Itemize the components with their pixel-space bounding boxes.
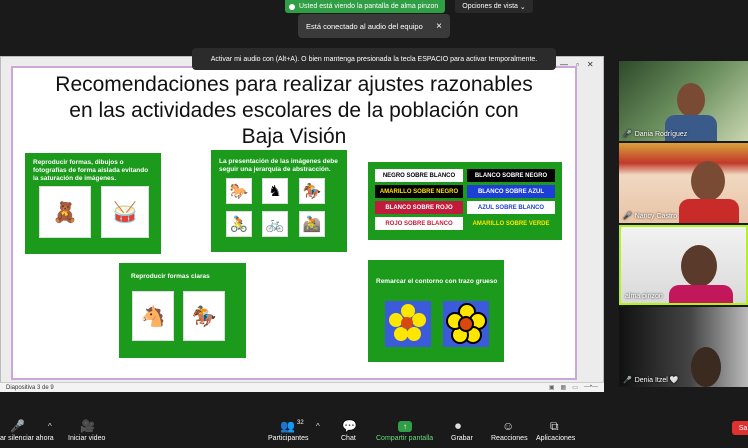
leave-button-label: Sa — [738, 424, 748, 432]
rider-brown-horse-image: 🏇 — [183, 291, 225, 341]
contrast-cell: NEGRO SOBRE BLANCO — [375, 169, 463, 182]
horse-silhouette: ♞ — [262, 178, 288, 204]
presentation-statusbar: Diapositiva 3 de 9 ▣ ▦ ▭ —•— — [0, 382, 604, 392]
meeting-toolbar — [0, 396, 748, 448]
mute-button-label[interactable]: ar silenciar ahora — [0, 435, 54, 442]
mic-hint-tooltip: Activar mi audio con (Alt+A). O bien man… — [192, 48, 556, 70]
share-banner-text: Usted está viendo la pantalla de alma pi… — [299, 3, 439, 10]
contrast-row: ROJO SOBRE BLANCO AMARILLO SOBRE VERDE — [375, 217, 555, 230]
chevron-up-icon[interactable]: ^ — [316, 422, 320, 431]
apps-icon[interactable]: ⧉ — [550, 419, 559, 434]
participant-tile[interactable]: 🎤 Dania Rodríguez — [619, 61, 748, 141]
contrast-cell: BLANCO SOBRE ROJO — [375, 201, 463, 214]
participant-tile[interactable]: 🎤 Nancy Castro — [619, 143, 748, 223]
chevron-down-icon: ⌄ — [517, 3, 526, 11]
contrast-cell: BLANCO SOBRE AZUL — [467, 185, 555, 198]
start-video-button-label[interactable]: Iniciar video — [68, 435, 105, 442]
contrast-cell: BLANCO SOBRE NEGRO — [467, 169, 555, 182]
contrast-row: NEGRO SOBRE BLANCO BLANCO SOBRE NEGRO — [375, 169, 555, 182]
participant-name: 🎤 Denia Itzel 🤍 — [623, 377, 679, 384]
toys-image: 🧸 — [39, 186, 91, 238]
audio-toast: Está conectado al audio del equipo × — [298, 14, 450, 38]
rider-white-horse-image: 🐴 — [132, 291, 174, 341]
share-status-icon — [289, 3, 295, 10]
card-text: La presentación de las imágenes debe seg… — [219, 158, 338, 173]
contrast-table: NEGRO SOBRE BLANCO BLANCO SOBRE NEGRO AM… — [375, 169, 555, 233]
record-button-label[interactable]: Grabar — [451, 435, 473, 442]
contrast-row: BLANCO SOBRE ROJO AZUL SOBRE BLANCO — [375, 201, 555, 214]
slide-title: Recomendaciones para realizar ajustes ra… — [14, 72, 574, 150]
contrast-row: AMARILLO SOBRE NEGRO BLANCO SOBRE AZUL — [375, 185, 555, 198]
participant-name: 🎤 Dania Rodríguez — [623, 130, 688, 139]
participants-button-label[interactable]: Participantes — [268, 435, 308, 442]
mic-muted-icon: 🎤 — [623, 213, 632, 220]
slide-title-line: en las actividades escolares de la pobla… — [69, 99, 519, 122]
cyclist-silhouette: 🚲 — [262, 211, 288, 237]
close-window-icon[interactable]: ✕ — [587, 60, 594, 69]
chevron-up-icon[interactable]: ^ — [48, 422, 52, 431]
participants-count: 32 — [297, 420, 304, 426]
contrast-cell: ROJO SOBRE BLANCO — [375, 217, 463, 230]
microphone-muted-icon[interactable]: 🎤 — [10, 419, 25, 433]
card-clear-shapes: Reproducir formas claras 🐴 🏇 — [119, 263, 246, 358]
participants-icon[interactable]: 👥 — [280, 419, 295, 433]
zoom-slider[interactable]: —•— — [584, 384, 598, 391]
slide-title-line: Recomendaciones para realizar ajustes ra… — [55, 73, 533, 96]
apps-button-label[interactable]: Aplicaciones — [536, 435, 575, 442]
record-icon[interactable]: ⏺ — [455, 419, 461, 434]
normal-view-icon[interactable]: ▣ — [549, 384, 555, 391]
mic-hint-text: Activar mi audio con (Alt+A). O bien man… — [210, 55, 538, 63]
chat-icon[interactable]: 💬 — [342, 419, 357, 433]
contrast-cell: AZUL SOBRE BLANCO — [467, 201, 555, 214]
screen-share-banner: Usted está viendo la pantalla de alma pi… — [285, 0, 445, 13]
drum-image: 🥁 — [101, 186, 149, 238]
audio-toast-text: Está conectado al audio del equipo — [306, 21, 423, 31]
reading-view-icon[interactable]: ▭ — [572, 384, 578, 391]
participant-name: alma pinzon — [625, 293, 663, 300]
view-options-label: Opciones de vista — [462, 3, 518, 10]
reactions-icon[interactable]: ☺ — [502, 419, 514, 433]
participant-name: 🎤 Nancy Castro — [623, 212, 678, 221]
cyclist-pictogram: 🚵 — [299, 211, 325, 237]
close-icon[interactable]: × — [436, 21, 442, 32]
horse-photo: 🐎 — [226, 178, 252, 204]
contrast-cell: AMARILLO SOBRE VERDE — [467, 217, 555, 230]
chat-button-label[interactable]: Chat — [341, 435, 356, 442]
reactions-button-label[interactable]: Reacciones — [491, 435, 528, 442]
card-text: Reproducir formas claras — [131, 273, 210, 280]
card-text: Reproducir formas, dibujos o fotografías… — [33, 159, 149, 182]
flower-thin-outline-image — [385, 301, 431, 347]
flower-thick-outline-image — [443, 301, 489, 347]
view-mode-icons: ▣ ▦ ▭ —•— — [549, 384, 598, 391]
leave-meeting-button[interactable]: Sa — [732, 421, 748, 435]
card-abstraction-hierarchy: La presentación de las imágenes debe seg… — [211, 150, 347, 252]
share-screen-button-label[interactable]: Compartir pantalla — [376, 435, 433, 442]
video-off-icon[interactable]: 🎥 — [80, 419, 95, 433]
mic-muted-icon: 🎤 — [623, 377, 632, 384]
slide-counter: Diapositiva 3 de 9 — [6, 384, 54, 391]
card-isolated-images: Reproducir formas, dibujos o fotografías… — [25, 153, 161, 254]
participant-tile[interactable]: 🎤 Denia Itzel 🤍 — [619, 307, 748, 387]
sorter-view-icon[interactable]: ▦ — [561, 384, 567, 391]
card-text: Remarcar el contorno con trazo grueso — [376, 278, 498, 285]
contrast-cell: AMARILLO SOBRE NEGRO — [375, 185, 463, 198]
slide-title-line: Baja Visión — [241, 125, 347, 148]
mic-muted-icon: 🎤 — [623, 131, 632, 138]
horse-pictogram: 🏇 — [299, 178, 325, 204]
participant-tile-active-speaker[interactable]: alma pinzon — [619, 225, 748, 305]
share-screen-icon[interactable]: ↑ — [398, 421, 412, 432]
cyclist-photo: 🚴 — [226, 211, 252, 237]
view-options-button[interactable]: Opciones de vista ⌄ — [455, 0, 533, 13]
